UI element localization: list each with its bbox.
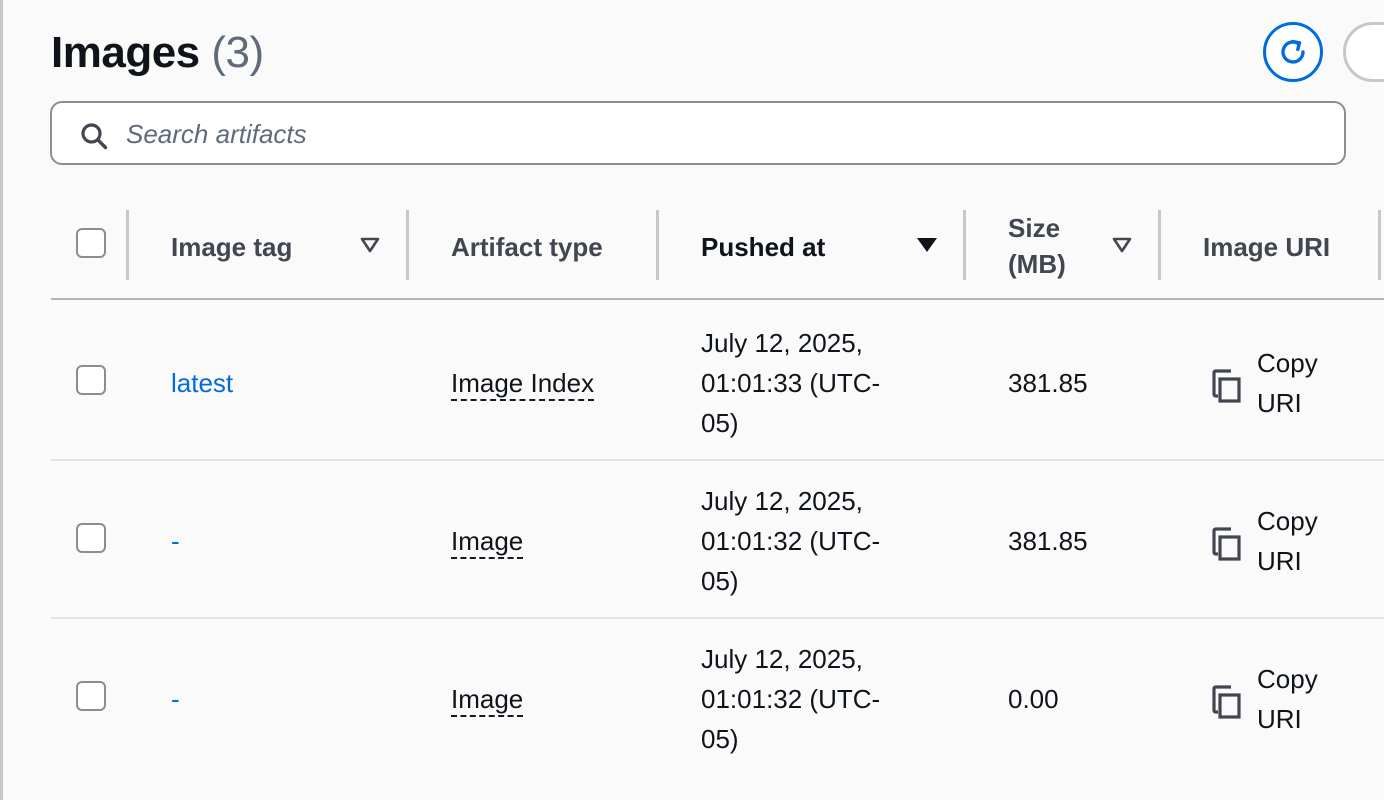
sort-icon[interactable] (1111, 236, 1133, 254)
refresh-button[interactable] (1263, 22, 1323, 82)
column-divider (1158, 210, 1161, 280)
copy-uri-label: Copy URI (1257, 348, 1318, 418)
column-divider (656, 210, 659, 280)
row-divider (51, 459, 1384, 461)
search-input[interactable] (124, 111, 1328, 157)
table-header-divider (51, 298, 1384, 300)
image-tag-link[interactable]: - (171, 679, 180, 719)
page-title-text: Images (51, 28, 200, 77)
column-divider (406, 210, 409, 280)
row-select-checkbox[interactable] (76, 681, 106, 711)
select-all-checkbox[interactable] (76, 228, 106, 258)
column-divider (126, 210, 129, 280)
page-title: Images (3) (51, 28, 264, 78)
copy-uri-label: Copy URI (1257, 506, 1318, 576)
artifact-type-cell: Image Index (451, 363, 595, 403)
column-header-image-tag[interactable]: Image tag (171, 227, 292, 267)
column-header-image-uri: Image URI (1203, 232, 1331, 262)
artifact-type-popover[interactable]: Image Index (451, 368, 595, 401)
pushed-at-cell: July 12, 2025, 01:01:33 (UTC-05) (701, 328, 881, 438)
copy-icon (1212, 685, 1241, 719)
artifact-type-cell: Image (451, 679, 524, 719)
sort-icon[interactable] (359, 236, 381, 254)
size-cell: 0.00 (1008, 684, 1059, 714)
image-count: (3) (211, 28, 264, 77)
copy-uri-button[interactable]: Copy URI (1211, 659, 1337, 739)
image-tag-link[interactable]: - (171, 521, 180, 561)
row-select-checkbox[interactable] (76, 523, 106, 553)
copy-uri-button[interactable]: Copy URI (1211, 501, 1337, 581)
search-icon (81, 123, 108, 150)
column-header-pushed-at[interactable]: Pushed at (701, 227, 825, 267)
pushed-at-cell: July 12, 2025, 01:01:32 (UTC-05) (701, 486, 881, 596)
actions-button[interactable] (1343, 22, 1384, 82)
column-header-artifact-type: Artifact type (451, 232, 603, 262)
column-divider (1378, 210, 1381, 280)
artifact-type-popover[interactable]: Image (451, 684, 524, 717)
copy-uri-label: Copy URI (1257, 664, 1318, 734)
column-divider (963, 210, 966, 280)
artifact-type-popover[interactable]: Image (451, 526, 524, 559)
copy-icon (1212, 369, 1241, 403)
refresh-icon (1281, 39, 1305, 64)
column-header-size[interactable]: Size (MB) (1008, 210, 1098, 282)
artifact-type-cell: Image (451, 521, 524, 561)
copy-uri-button[interactable]: Copy URI (1211, 343, 1337, 423)
search-bar[interactable] (50, 101, 1346, 165)
sort-descending-icon[interactable] (915, 236, 939, 254)
row-divider (51, 617, 1384, 619)
row-select-checkbox[interactable] (76, 365, 106, 395)
pushed-at-cell: July 12, 2025, 01:01:32 (UTC-05) (701, 644, 881, 754)
copy-icon (1212, 527, 1241, 561)
left-panel-border (0, 0, 3, 800)
size-cell: 381.85 (1008, 368, 1088, 398)
size-cell: 381.85 (1008, 526, 1088, 556)
image-tag-link[interactable]: latest (171, 363, 233, 403)
